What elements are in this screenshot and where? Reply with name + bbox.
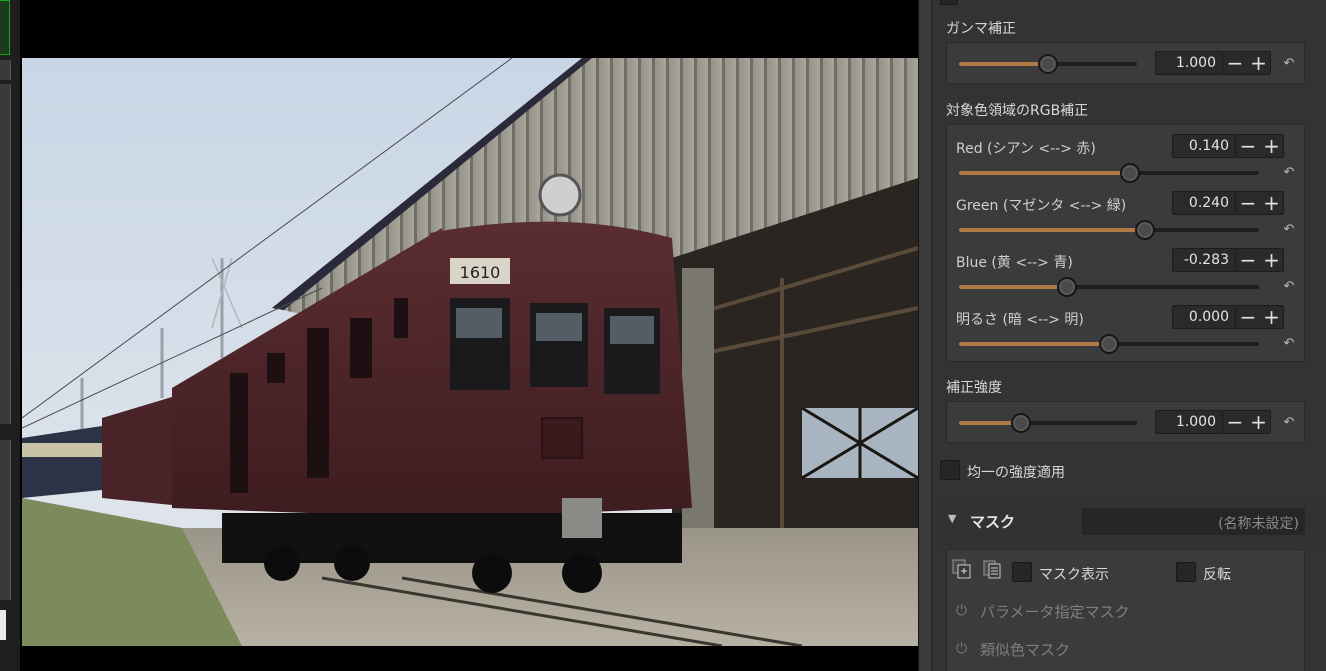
brightness-decrement-button[interactable]: − [1236, 305, 1260, 329]
invert-mask-label: 反転 [1203, 567, 1231, 583]
strength-reset-icon[interactable]: ↶ [1281, 415, 1297, 431]
collapse-triangle-icon[interactable]: ▼ [948, 512, 956, 525]
blue-label: Blue (黄 <--> 青) [956, 255, 1073, 271]
red-increment-button[interactable]: + [1260, 134, 1284, 158]
strip-scrollbar[interactable] [0, 84, 11, 424]
strength-slider-knob[interactable] [1011, 413, 1032, 433]
brightness-slider-knob[interactable] [1099, 334, 1119, 354]
top-checkbox[interactable] [940, 0, 958, 5]
uniform-strength-checkbox[interactable] [940, 460, 960, 480]
blue-decrement-button[interactable]: − [1236, 248, 1260, 272]
strength-title: 補正強度 [946, 380, 1002, 396]
param-mask-label[interactable]: パラメータ指定マスク [980, 601, 1130, 622]
copy-mask-icon[interactable] [952, 559, 972, 579]
train-photo-illustration: 1610 [22, 58, 918, 646]
mask-name-placeholder: (名称未設定) [1218, 516, 1299, 532]
brightness-slider-fill [959, 342, 1109, 346]
brightness-reset-icon[interactable]: ↶ [1281, 336, 1297, 352]
green-slider-fill [959, 228, 1145, 232]
strip-indicator [0, 610, 6, 640]
left-tool-strip [0, 0, 20, 671]
rgb-title: 対象色領域のRGB補正 [946, 103, 1089, 119]
gamma-value[interactable]: 1.000 [1155, 51, 1223, 75]
paste-mask-icon[interactable] [982, 559, 1002, 579]
brightness-slider[interactable] [959, 334, 1259, 354]
gamma-decrement-button[interactable]: − [1223, 51, 1247, 75]
app-window: 1610 ガンマ補正 1.000 − + ↶ 対象色領域のRGB補正 Red (… [0, 0, 1326, 671]
uniform-strength-label: 均一の強度適用 [967, 465, 1065, 481]
gamma-slider[interactable] [959, 54, 1137, 74]
gamma-slider-fill [959, 62, 1048, 66]
strength-value[interactable]: 1.000 [1155, 410, 1223, 434]
green-label: Green (マゼンタ <--> 緑) [956, 198, 1127, 214]
similar-mask-label[interactable]: 類似色マスク [980, 639, 1070, 660]
green-increment-button[interactable]: + [1260, 191, 1284, 215]
brightness-label: 明るさ (暗 <--> 明) [956, 312, 1084, 328]
mask-title[interactable]: マスク [970, 511, 1015, 532]
red-slider-knob[interactable] [1120, 163, 1140, 183]
strength-decrement-button[interactable]: − [1223, 410, 1247, 434]
strip-segment[interactable] [0, 440, 11, 600]
rgb-box: Red (シアン <--> 赤) 0.140 − + ↶ Green (マゼンタ… [946, 124, 1305, 362]
mask-header: ▼ マスク (名称未設定) [932, 497, 1326, 547]
param-mask-power-icon[interactable]: ⏻ [956, 603, 967, 619]
brightness-increment-button[interactable]: + [1260, 305, 1284, 329]
red-slider-fill [959, 171, 1130, 175]
invert-mask-checkbox[interactable] [1176, 562, 1196, 582]
gamma-increment-button[interactable]: + [1247, 51, 1271, 75]
strength-box: 1.000 − + ↶ [946, 401, 1305, 443]
green-value[interactable]: 0.240 [1172, 191, 1236, 215]
destination-sign-text: 1610 [460, 263, 501, 282]
panel-splitter[interactable] [918, 0, 932, 671]
mask-box: マスク表示 反転 ⏻ パラメータ指定マスク ⏻ 類似色マスク [946, 549, 1305, 671]
gamma-title: ガンマ補正 [946, 21, 1016, 37]
gamma-slider-knob[interactable] [1038, 54, 1058, 74]
green-decrement-button[interactable]: − [1236, 191, 1260, 215]
adjustment-panel: ガンマ補正 1.000 − + ↶ 対象色領域のRGB補正 Red (シアン <… [932, 0, 1326, 671]
blue-slider-knob[interactable] [1057, 277, 1077, 297]
preview-photo[interactable]: 1610 [22, 58, 918, 646]
red-value[interactable]: 0.140 [1172, 134, 1236, 158]
histogram-thumbnail[interactable] [0, 0, 10, 55]
blue-reset-icon[interactable]: ↶ [1281, 279, 1297, 295]
blue-slider-fill [959, 285, 1067, 289]
blue-increment-button[interactable]: + [1260, 248, 1284, 272]
mask-name-field[interactable]: (名称未設定) [1082, 508, 1305, 535]
blue-slider[interactable] [959, 277, 1259, 297]
gamma-reset-icon[interactable]: ↶ [1281, 56, 1297, 72]
red-decrement-button[interactable]: − [1236, 134, 1260, 158]
green-slider[interactable] [959, 220, 1259, 240]
green-slider-knob[interactable] [1135, 220, 1155, 240]
gamma-box: 1.000 − + ↶ [946, 42, 1305, 84]
red-reset-icon[interactable]: ↶ [1281, 165, 1297, 181]
green-reset-icon[interactable]: ↶ [1281, 222, 1297, 238]
similar-mask-power-icon[interactable]: ⏻ [956, 641, 967, 657]
image-viewer[interactable]: 1610 [20, 0, 918, 671]
strip-segment[interactable] [0, 60, 11, 80]
strength-slider[interactable] [959, 413, 1137, 433]
strength-increment-button[interactable]: + [1247, 410, 1271, 434]
show-mask-checkbox[interactable] [1012, 562, 1032, 582]
red-label: Red (シアン <--> 赤) [956, 141, 1096, 157]
blue-value[interactable]: -0.283 [1172, 248, 1236, 272]
brightness-value[interactable]: 0.000 [1172, 305, 1236, 329]
red-slider[interactable] [959, 163, 1259, 183]
show-mask-label: マスク表示 [1039, 567, 1109, 583]
